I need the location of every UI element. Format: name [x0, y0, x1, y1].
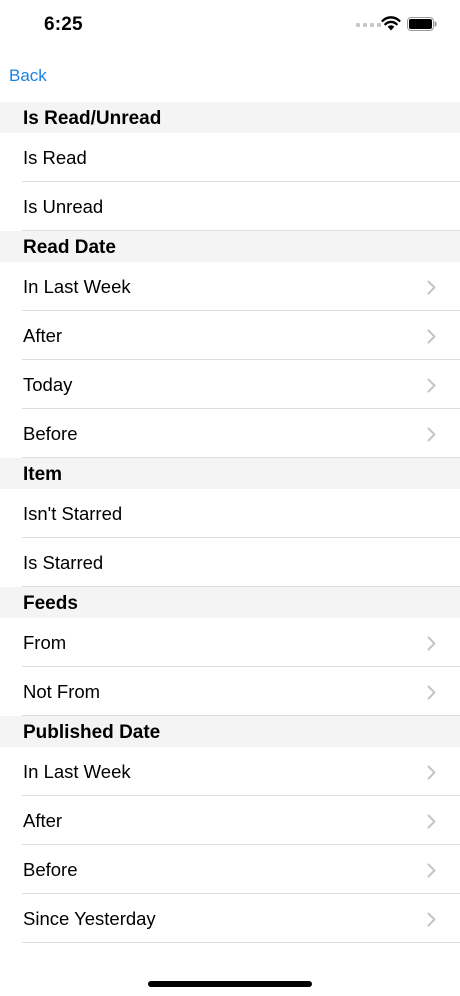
wifi-icon [381, 16, 401, 31]
section-header: Read Date [0, 231, 460, 262]
row-separator [22, 942, 460, 943]
status-time: 6:25 [44, 14, 83, 35]
list-item[interactable]: Is Unread [0, 182, 460, 231]
section-header: Published Date [0, 716, 460, 747]
chevron-right-icon [427, 280, 436, 295]
chevron-right-icon [427, 329, 436, 344]
cellular-signal-icon [356, 23, 381, 27]
list-item-label: Since Yesterday [23, 908, 156, 929]
chevron-right-icon [427, 378, 436, 393]
list-item[interactable]: Not From [0, 667, 460, 716]
home-indicator[interactable] [148, 981, 312, 987]
section-header: Is Read/Unread [0, 102, 460, 133]
list-item-label: Is Unread [23, 196, 104, 217]
list-item-label: Isn't Starred [23, 503, 123, 524]
list-item[interactable]: Since Yesterday [0, 894, 460, 943]
row-separator [22, 586, 460, 587]
list-item-label: Is Read [23, 147, 87, 168]
list-item[interactable]: After [0, 311, 460, 360]
chevron-right-icon [427, 863, 436, 878]
battery-icon [407, 17, 437, 31]
list-item-label: From [23, 632, 67, 653]
list-item-label: Not From [23, 681, 101, 702]
list-item[interactable]: After [0, 796, 460, 845]
list-item-label: Is Starred [23, 552, 104, 573]
status-bar: 6:25 [0, 0, 460, 50]
chevron-right-icon [427, 636, 436, 651]
list-item-label: In Last Week [23, 761, 131, 782]
chevron-right-icon [427, 912, 436, 927]
section-header: Item [0, 458, 460, 489]
section-header: Feeds [0, 587, 460, 618]
row-separator [22, 230, 460, 231]
list-item-label: Before [23, 859, 78, 880]
list-item[interactable]: Is Read [0, 133, 460, 182]
list-item[interactable]: From [0, 618, 460, 667]
filter-list: Is Read/Unread Is Read Is Unread Read Date I… [0, 102, 460, 943]
list-item[interactable]: Isn't Starred [0, 489, 460, 538]
chevron-right-icon [427, 814, 436, 829]
list-item-label: Before [23, 423, 78, 444]
list-item-label: In Last Week [23, 276, 131, 297]
row-separator [22, 715, 460, 716]
list-item-label: Today [23, 374, 73, 395]
list-item[interactable]: In Last Week [0, 747, 460, 796]
back-button[interactable]: Back [9, 66, 47, 86]
list-item[interactable]: In Last Week [0, 262, 460, 311]
chevron-right-icon [427, 765, 436, 780]
list-item-label: After [23, 810, 63, 831]
list-item[interactable]: Before [0, 845, 460, 894]
chevron-right-icon [427, 427, 436, 442]
list-item-label: After [23, 325, 63, 346]
row-separator [22, 457, 460, 458]
chevron-right-icon [427, 685, 436, 700]
list-item[interactable]: Before [0, 409, 460, 458]
list-item[interactable]: Today [0, 360, 460, 409]
list-item[interactable]: Is Starred [0, 538, 460, 587]
